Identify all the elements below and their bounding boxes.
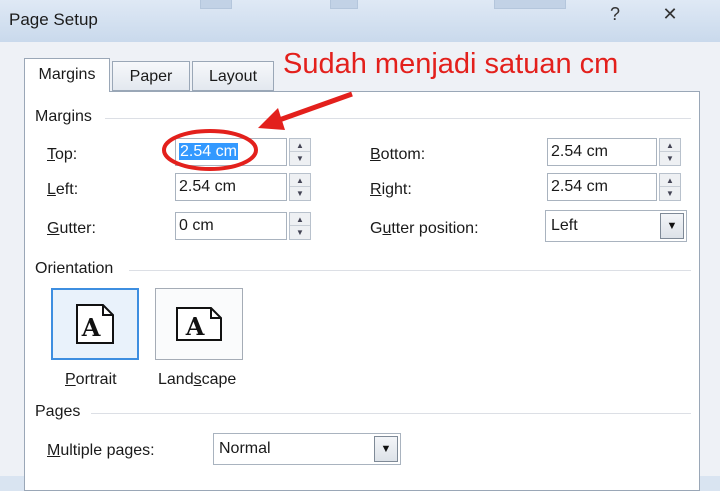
help-button[interactable]: ?	[600, 2, 630, 26]
tab-layout[interactable]: Layout	[192, 61, 274, 91]
multiple-pages-select[interactable]: Normal ▼	[213, 433, 401, 465]
gutter-spinner[interactable]: ▲ ▼	[289, 212, 311, 240]
tab-margins[interactable]: Margins	[24, 58, 110, 92]
close-button[interactable]: ✕	[655, 2, 685, 26]
tab-paper[interactable]: Paper	[112, 61, 190, 91]
pages-group-label: Pages	[35, 403, 81, 420]
right-margin-input[interactable]: 2.54 cm	[547, 173, 657, 201]
gutter-input[interactable]: 0 cm	[175, 212, 287, 240]
background-ribbon-fragment	[494, 0, 566, 9]
top-margin-input[interactable]: 2.54 cm	[175, 138, 287, 166]
right-label: Right:	[370, 181, 412, 198]
spin-down-icon[interactable]: ▼	[290, 187, 310, 200]
portrait-label: Portrait	[65, 371, 117, 388]
gutter-label: Gutter:	[47, 220, 96, 237]
spin-up-icon[interactable]: ▲	[290, 139, 310, 152]
tab-panel-margins: Margins Top: 2.54 cm ▲ ▼ Left: 2.54 cm ▲…	[24, 91, 700, 491]
dialog-title: Page Setup	[9, 10, 98, 29]
spin-up-icon[interactable]: ▲	[290, 174, 310, 187]
spin-down-icon[interactable]: ▼	[290, 226, 310, 239]
group-divider	[105, 118, 691, 119]
landscape-page-icon: A	[176, 307, 222, 341]
right-margin-spinner[interactable]: ▲ ▼	[659, 173, 681, 201]
help-icon: ?	[609, 4, 620, 24]
spin-up-icon[interactable]: ▲	[660, 139, 680, 152]
group-divider	[129, 270, 691, 271]
spin-down-icon[interactable]: ▼	[660, 187, 680, 200]
left-margin-spinner[interactable]: ▲ ▼	[289, 173, 311, 201]
left-margin-input[interactable]: 2.54 cm	[175, 173, 287, 201]
top-margin-spinner[interactable]: ▲ ▼	[289, 138, 311, 166]
bottom-label: Bottom:	[370, 146, 426, 163]
gutter-position-label: Gutter position:	[370, 220, 479, 237]
spin-down-icon[interactable]: ▼	[290, 152, 310, 165]
chevron-down-icon[interactable]: ▼	[660, 213, 684, 239]
chevron-down-icon[interactable]: ▼	[374, 436, 398, 462]
svg-text:A: A	[81, 313, 101, 342]
gutter-position-select[interactable]: Left ▼	[545, 210, 687, 242]
bottom-margin-input[interactable]: 2.54 cm	[547, 138, 657, 166]
left-label: Left:	[47, 181, 79, 198]
close-icon: ✕	[662, 4, 678, 24]
spin-down-icon[interactable]: ▼	[660, 152, 680, 165]
top-label: Top:	[47, 146, 78, 163]
landscape-label: Landscape	[158, 371, 237, 388]
annotation-text: Sudah menjadi satuan cm	[283, 48, 619, 80]
svg-text:A: A	[185, 312, 205, 341]
group-divider	[91, 413, 691, 414]
bottom-margin-spinner[interactable]: ▲ ▼	[659, 138, 681, 166]
landscape-option[interactable]: A	[155, 288, 243, 360]
spin-up-icon[interactable]: ▲	[290, 213, 310, 226]
portrait-option[interactable]: A	[51, 288, 139, 360]
background-ribbon-fragment	[200, 0, 232, 9]
orientation-group-label: Orientation	[35, 260, 114, 277]
background-ribbon-fragment	[330, 0, 358, 9]
page-setup-dialog: Margins Paper Layout Margins Top: 2.54 c…	[0, 42, 720, 491]
portrait-page-icon: A	[76, 304, 114, 344]
multiple-pages-label: Multiple pages:	[47, 442, 155, 459]
title-bar: Page Setup ? ✕	[0, 0, 720, 42]
spin-up-icon[interactable]: ▲	[660, 174, 680, 187]
margins-group-label: Margins	[35, 108, 92, 125]
